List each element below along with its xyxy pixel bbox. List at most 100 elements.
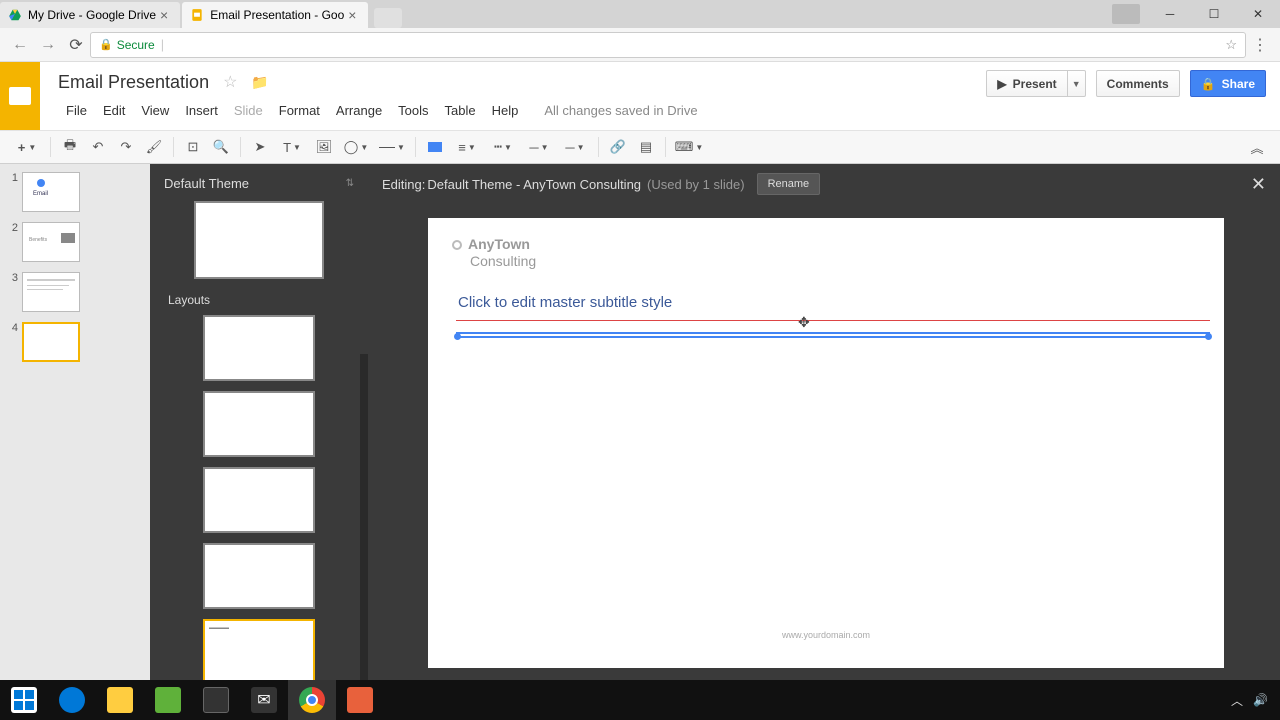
- resize-handle-right[interactable]: [1205, 333, 1212, 340]
- menu-help[interactable]: Help: [484, 99, 527, 122]
- brand-block[interactable]: AnyTown Consulting: [452, 236, 536, 270]
- theme-title-label: Default Theme: [164, 176, 249, 191]
- theme-dropdown-icon[interactable]: ⇅: [346, 178, 354, 189]
- browser-tab-drive[interactable]: My Drive - Google Drive ×: [0, 2, 180, 28]
- taskbar-store[interactable]: [192, 680, 240, 720]
- print-button[interactable]: 🖶: [57, 134, 83, 160]
- header-actions: ▶Present ▼ Comments 🔒Share: [986, 70, 1266, 97]
- folder-icon[interactable]: 📁: [251, 74, 268, 91]
- slide-thumb-3[interactable]: 3: [6, 272, 144, 312]
- menu-table[interactable]: Table: [437, 99, 484, 122]
- maximize-button[interactable]: ☐: [1192, 0, 1236, 28]
- browser-tab-strip: My Drive - Google Drive × Email Presenta…: [0, 0, 1280, 28]
- toolbar: + ▼ 🖶 ↶ ↷ 🖌 ⊡ 🔍 ➤ T▼ 🖼 ◯▼ ▼ ≡▼ ┅▼ ─▼ ─▼ …: [0, 130, 1280, 164]
- menu-edit[interactable]: Edit: [95, 99, 133, 122]
- comments-button[interactable]: Comments: [1096, 70, 1180, 97]
- taskbar-edge[interactable]: [48, 680, 96, 720]
- taskbar-explorer[interactable]: [96, 680, 144, 720]
- new-slide-button[interactable]: + ▼: [10, 134, 44, 160]
- footer-url[interactable]: www.yourdomain.com: [428, 630, 1224, 640]
- slide-thumb-2[interactable]: 2Benefits: [6, 222, 144, 262]
- theme-scrollbar[interactable]: [360, 354, 368, 720]
- close-window-button[interactable]: ✕: [1236, 0, 1280, 28]
- textbox-tool[interactable]: T▼: [275, 134, 309, 160]
- tab-label: My Drive - Google Drive: [28, 8, 156, 22]
- line-end-button[interactable]: ─▼: [558, 134, 592, 160]
- url-input[interactable]: 🔒 Secure | ☆: [90, 32, 1246, 58]
- editor-header: Editing: Default Theme - AnyTown Consult…: [368, 164, 1280, 204]
- input-tools-button[interactable]: ⌨▼: [672, 134, 706, 160]
- bookmark-star-icon[interactable]: ☆: [1225, 37, 1237, 53]
- menu-view[interactable]: View: [133, 99, 177, 122]
- redo-button[interactable]: ↷: [113, 134, 139, 160]
- slide-thumb-1[interactable]: 1Email: [6, 172, 144, 212]
- selected-line-element[interactable]: [456, 332, 1210, 338]
- layouts-label: Layouts: [168, 293, 360, 307]
- slide-thumb-4[interactable]: 4: [6, 322, 144, 362]
- layout-thumb-5[interactable]: ▬▬▬▬: [203, 619, 315, 685]
- paint-format-button[interactable]: 🖌: [141, 134, 167, 160]
- close-icon[interactable]: ×: [156, 7, 172, 23]
- minimize-button[interactable]: ─: [1148, 0, 1192, 28]
- shape-tool[interactable]: ◯▼: [339, 134, 373, 160]
- link-button[interactable]: 🔗: [605, 134, 631, 160]
- subtitle-placeholder[interactable]: Click to edit master subtitle style: [458, 294, 672, 311]
- fit-button[interactable]: ⊡: [180, 134, 206, 160]
- lock-icon: 🔒: [1201, 77, 1216, 91]
- star-icon[interactable]: ☆: [223, 72, 237, 92]
- comment-toolbar-button[interactable]: ▤: [633, 134, 659, 160]
- select-tool[interactable]: ➤: [247, 134, 273, 160]
- line-color-button[interactable]: [422, 134, 448, 160]
- layout-thumb-3[interactable]: [203, 467, 315, 533]
- menu-file[interactable]: File: [58, 99, 95, 122]
- forward-button[interactable]: →: [34, 31, 62, 59]
- menu-insert[interactable]: Insert: [177, 99, 226, 122]
- line-tool[interactable]: ▼: [375, 134, 409, 160]
- document-title[interactable]: Email Presentation: [58, 72, 209, 93]
- play-icon: ▶: [997, 77, 1006, 91]
- new-tab-button[interactable]: [374, 8, 402, 28]
- close-icon[interactable]: ×: [344, 7, 360, 23]
- chrome-menu-button[interactable]: ⋮: [1246, 35, 1274, 55]
- layout-thumb-2[interactable]: [203, 391, 315, 457]
- tab-label: Email Presentation - Goo: [210, 8, 344, 22]
- line-start-button[interactable]: ─▼: [522, 134, 556, 160]
- layout-thumb-1[interactable]: [203, 315, 315, 381]
- taskbar-app-green[interactable]: [144, 680, 192, 720]
- taskbar-chrome[interactable]: [288, 680, 336, 720]
- close-master-button[interactable]: ✕: [1251, 174, 1266, 195]
- menu-bar: File Edit View Insert Slide Format Arran…: [58, 96, 1270, 124]
- taskbar-mail[interactable]: ✉: [240, 680, 288, 720]
- tray-chevron-icon[interactable]: ︿: [1231, 692, 1243, 709]
- taskbar-app-orange[interactable]: [336, 680, 384, 720]
- collapse-toolbar-button[interactable]: ︽: [1244, 134, 1270, 160]
- line-weight-button[interactable]: ≡▼: [450, 134, 484, 160]
- image-tool[interactable]: 🖼: [311, 134, 337, 160]
- present-button-group: ▶Present ▼: [986, 70, 1085, 97]
- tray-volume-icon[interactable]: 🔊: [1253, 693, 1268, 707]
- rename-button[interactable]: Rename: [757, 173, 821, 195]
- resize-handle-left[interactable]: [454, 333, 461, 340]
- undo-button[interactable]: ↶: [85, 134, 111, 160]
- present-button[interactable]: ▶Present: [986, 70, 1067, 97]
- reload-button[interactable]: ⟳: [62, 31, 90, 59]
- system-tray[interactable]: ︿ 🔊: [1231, 692, 1280, 709]
- share-button[interactable]: 🔒Share: [1190, 70, 1266, 97]
- browser-tab-slides[interactable]: Email Presentation - Goo ×: [182, 2, 368, 28]
- move-cursor-icon: ✥: [798, 314, 810, 331]
- menu-tools[interactable]: Tools: [390, 99, 436, 122]
- back-button[interactable]: ←: [6, 31, 34, 59]
- present-dropdown[interactable]: ▼: [1068, 70, 1086, 97]
- menu-format[interactable]: Format: [271, 99, 328, 122]
- zoom-button[interactable]: 🔍: [208, 134, 234, 160]
- layout-thumb-4[interactable]: [203, 543, 315, 609]
- slides-logo[interactable]: [0, 62, 40, 130]
- start-button[interactable]: [0, 680, 48, 720]
- master-thumb[interactable]: [194, 201, 324, 279]
- slide-canvas[interactable]: AnyTown Consulting Click to edit master …: [428, 218, 1224, 668]
- save-status: All changes saved in Drive: [544, 103, 697, 118]
- menu-slide: Slide: [226, 99, 271, 122]
- chrome-user-chip[interactable]: [1112, 4, 1140, 24]
- line-dash-button[interactable]: ┅▼: [486, 134, 520, 160]
- menu-arrange[interactable]: Arrange: [328, 99, 390, 122]
